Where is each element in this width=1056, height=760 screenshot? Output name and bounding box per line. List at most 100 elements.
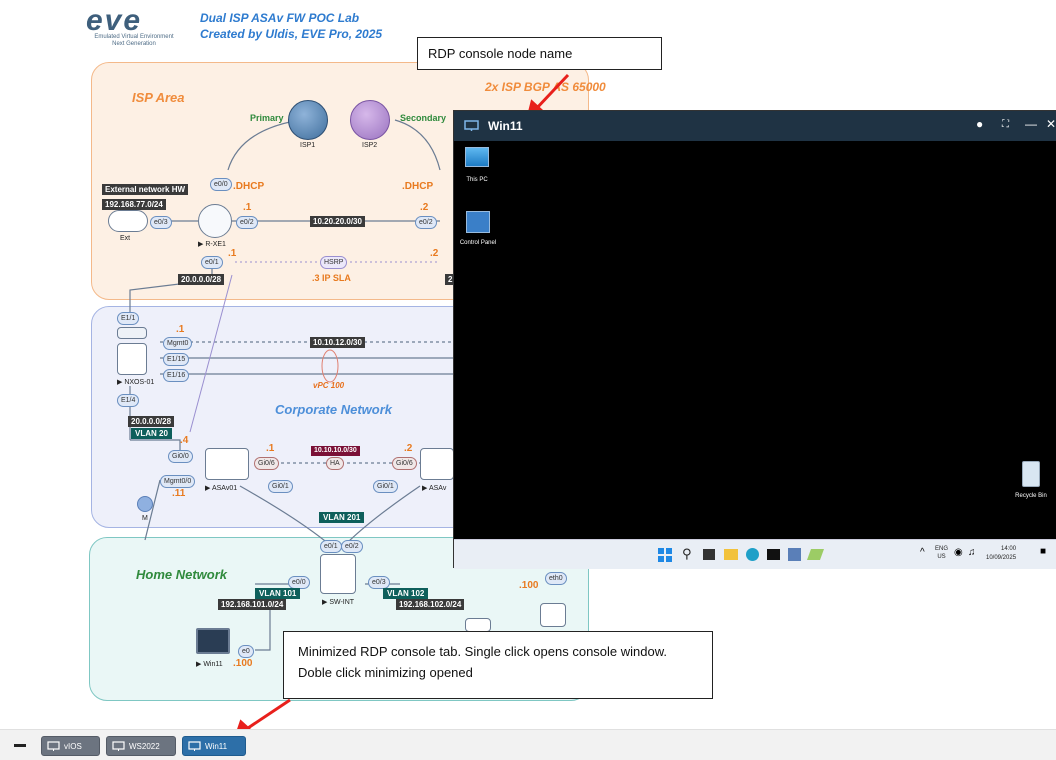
- volume-icon[interactable]: ♫: [968, 547, 976, 558]
- minimize-icon[interactable]: —: [1025, 117, 1037, 131]
- monitor-icon[interactable]: [196, 628, 230, 654]
- search-icon[interactable]: ⚲: [682, 546, 692, 562]
- arrow-top: [533, 73, 570, 112]
- mgmt-node-icon[interactable]: [137, 496, 153, 512]
- server-icon[interactable]: [465, 618, 491, 632]
- eve-lab-canvas: eve Emulated Virtual Environment Next Ge…: [0, 0, 1056, 760]
- iface-label: eth0: [545, 572, 567, 585]
- fullscreen-icon[interactable]: ⛶: [1002, 119, 1009, 130]
- switch-icon[interactable]: [117, 327, 147, 339]
- ip-label: .100: [519, 580, 539, 591]
- iface-label: Gi0/6: [254, 457, 279, 470]
- rdp-titlebar[interactable]: Win11 ● ⛶ — ✕: [454, 111, 1056, 141]
- vlan-label: VLAN 101: [255, 588, 301, 599]
- ip-label: .2: [420, 202, 429, 213]
- rdp-title: Win11: [488, 119, 523, 133]
- iface-label: e0/2: [415, 216, 437, 229]
- vlan-label: VLAN 20: [131, 428, 172, 439]
- cloud-icon[interactable]: [108, 210, 148, 232]
- asa1-label: ▶ ASAv01: [205, 485, 238, 492]
- network-icon[interactable]: ◉: [954, 547, 963, 558]
- iface-label: E1/4: [117, 394, 140, 407]
- iface-label: e0: [238, 645, 254, 658]
- link-net-label: 10.20.20.0/30: [310, 216, 365, 227]
- file-explorer-icon[interactable]: [724, 549, 738, 560]
- iface-label: Gi0/0: [168, 450, 193, 463]
- minimize-all-icon[interactable]: [14, 744, 26, 747]
- isp2-label: ISP2: [362, 142, 378, 149]
- globe-icon[interactable]: [350, 100, 390, 140]
- this-pc-icon[interactable]: [465, 147, 489, 167]
- iface-label: e0/2: [236, 216, 258, 229]
- pin-icon[interactable]: ●: [976, 117, 983, 131]
- iface-label: E1/15: [163, 353, 190, 366]
- swint-label: ▶ SW-INT: [322, 599, 355, 606]
- ip-sla-label: .3 IP SLA: [312, 273, 351, 283]
- rdp-console-window[interactable]: Win11 ● ⛶ — ✕ This PC Control Panel Recy…: [453, 110, 1056, 569]
- remote-desktop-icon[interactable]: [788, 548, 801, 561]
- iface-label: E1/1: [117, 312, 140, 325]
- ip-label: .2: [430, 248, 439, 259]
- recycle-bin-icon[interactable]: [1022, 461, 1040, 487]
- close-icon[interactable]: ✕: [1046, 117, 1056, 131]
- windows-taskbar: ⚲ ^ ENG US ◉ ♫ 14:00 10/09/2025 ■: [454, 539, 1056, 569]
- firewall-icon[interactable]: [420, 448, 454, 480]
- edge-icon[interactable]: [746, 548, 759, 561]
- iface-label: e0/1: [201, 256, 223, 269]
- net-label: 10.10.12.0/30: [310, 337, 365, 348]
- net-label: 192.168.101.0/24: [218, 599, 287, 610]
- console-tab-ws2022[interactable]: WS2022: [106, 736, 176, 756]
- nexus-switch-icon[interactable]: [117, 343, 147, 375]
- router-icon[interactable]: [198, 204, 232, 238]
- secondary-label: Secondary: [400, 113, 447, 123]
- vlan-label: VLAN 201: [319, 512, 365, 523]
- net-label: 20.0.0.0/28: [178, 274, 225, 285]
- ha-net-label: 10.10.10.0/30: [311, 446, 360, 456]
- docker-icon[interactable]: [540, 603, 566, 627]
- iface-label: E1/16: [163, 369, 190, 382]
- console-tab-vios[interactable]: vIOS: [41, 736, 100, 756]
- switch-icon[interactable]: [320, 554, 356, 594]
- vpc-label: vPC 100: [313, 381, 345, 390]
- monitor-icon: [47, 741, 60, 751]
- vpc-ellipse: [321, 349, 339, 383]
- callout-node-name: RDP console node name: [417, 37, 662, 70]
- net-label: 192.168.102.0/24: [396, 599, 465, 610]
- ip-label: .1: [228, 248, 237, 259]
- ip-label: .1: [243, 202, 252, 213]
- ip-label: .1: [266, 443, 275, 454]
- ip-label: .2: [404, 443, 413, 454]
- mgmt-node-label: M: [142, 515, 148, 522]
- firewall-icon[interactable]: [205, 448, 249, 480]
- desktop-icon-label: This PC: [466, 177, 488, 183]
- arrow-bottom: [244, 698, 291, 732]
- dhcp-label: .DHCP: [233, 181, 265, 192]
- console-tab-win11[interactable]: Win11: [182, 736, 246, 756]
- iface-label: e0/1: [320, 540, 342, 553]
- notification-bell-icon[interactable]: ■: [1040, 546, 1046, 557]
- iface-label: Gi0/1: [373, 480, 398, 493]
- clock[interactable]: 14:00 10/09/2025: [986, 545, 1016, 563]
- task-view-icon[interactable]: [703, 549, 715, 560]
- monitor-icon: [112, 741, 125, 751]
- ip-label: .11: [172, 488, 186, 499]
- win11-node-label: ▶ Win11: [196, 661, 223, 668]
- terminal-icon[interactable]: [767, 549, 780, 560]
- desktop-icon-label: Recycle Bin: [1015, 493, 1047, 499]
- nxos-label: ▶ NXOS-01: [117, 379, 155, 386]
- ext-label: Ext: [120, 235, 131, 242]
- iface-label: e0/2: [341, 540, 363, 553]
- router-label: ▶ R-XE1: [198, 241, 226, 248]
- ext-hw-label: External network HW: [102, 184, 189, 195]
- language-indicator[interactable]: ENG US: [935, 545, 948, 561]
- iface-label: e0/3: [150, 216, 172, 229]
- iface-label: Gi0/6: [392, 457, 417, 470]
- chevron-up-icon[interactable]: ^: [920, 547, 925, 558]
- globe-icon[interactable]: [288, 100, 328, 140]
- ip-label: .4: [180, 435, 189, 446]
- app-icon[interactable]: [806, 549, 825, 560]
- control-panel-icon[interactable]: [466, 211, 490, 233]
- windows-start-icon[interactable]: [658, 548, 672, 562]
- primary-label: Primary: [250, 113, 284, 123]
- iface-label: e0/0: [210, 178, 232, 191]
